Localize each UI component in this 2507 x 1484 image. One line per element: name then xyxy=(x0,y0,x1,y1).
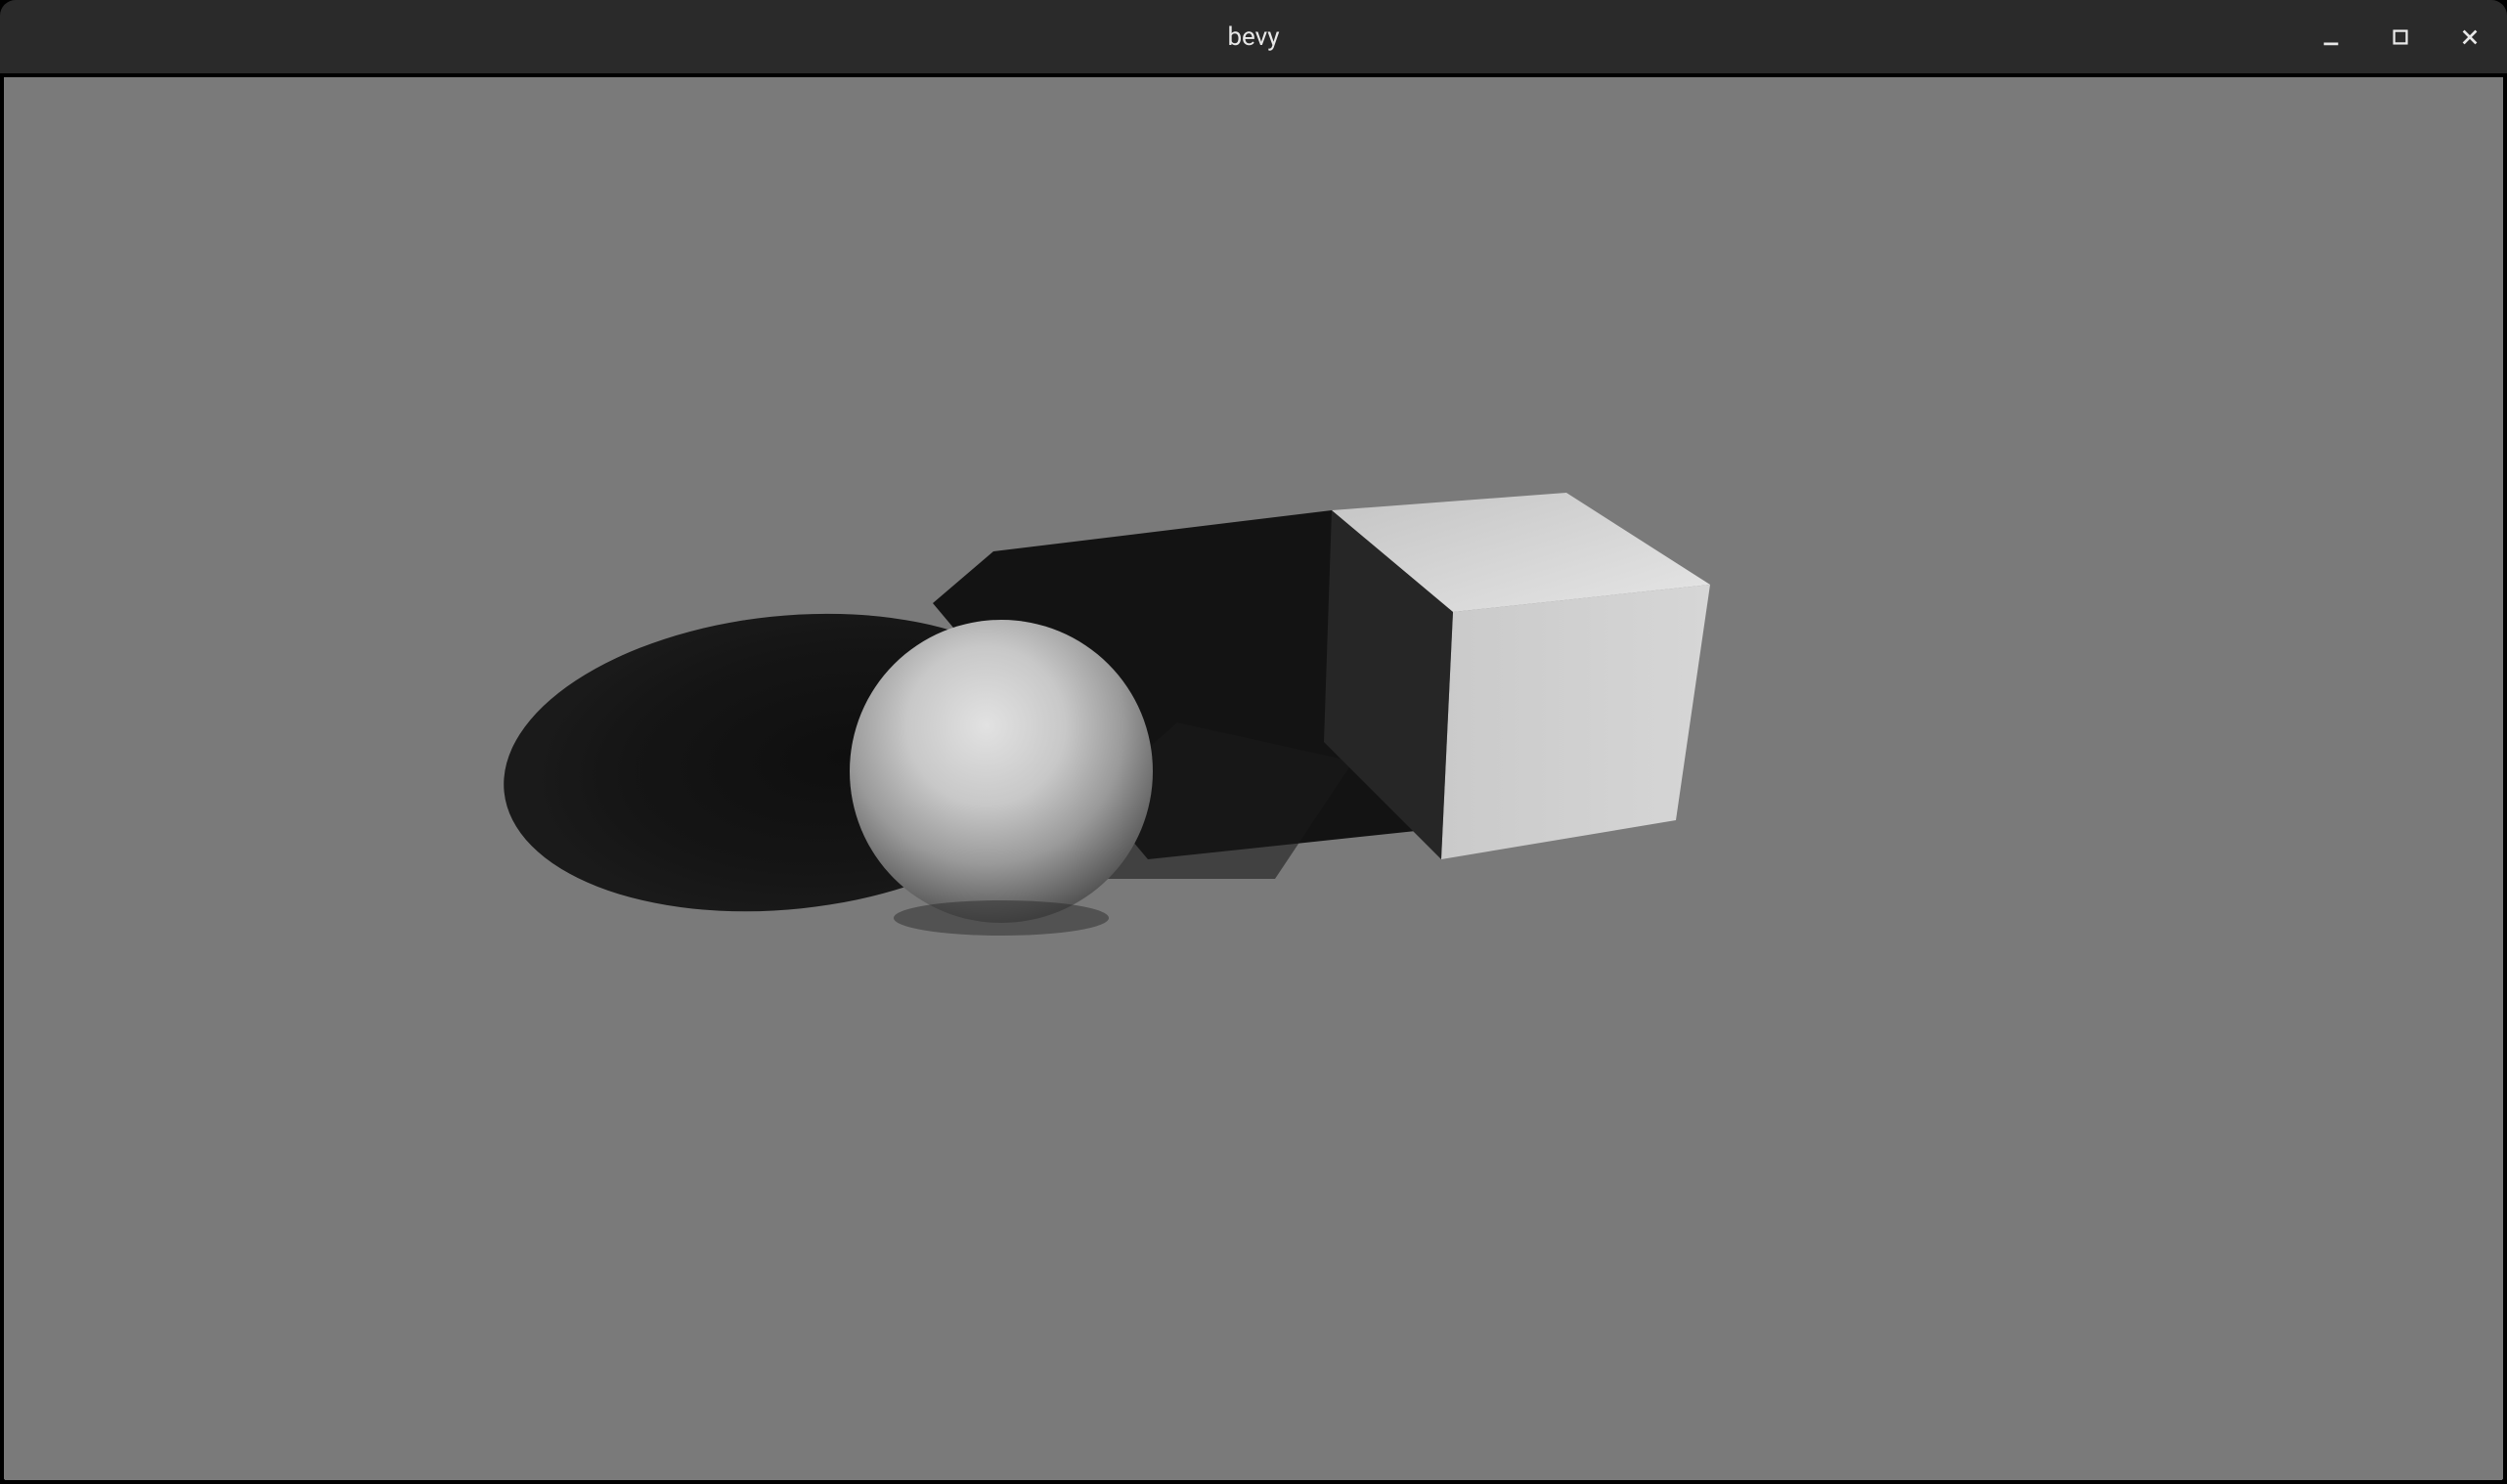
sphere-contact-shadow xyxy=(894,900,1109,936)
render-viewport[interactable] xyxy=(4,77,2503,1480)
sphere-object xyxy=(850,620,1153,923)
viewport-wrapper xyxy=(0,73,2507,1484)
application-window: bevy xyxy=(0,0,2507,1484)
scene-render xyxy=(4,77,2503,1480)
close-icon xyxy=(2459,26,2481,48)
maximize-button[interactable] xyxy=(2383,20,2418,55)
maximize-icon xyxy=(2390,26,2411,48)
minimize-icon xyxy=(2320,26,2342,48)
close-button[interactable] xyxy=(2452,20,2487,55)
window-title: bevy xyxy=(1227,22,1279,52)
titlebar[interactable]: bevy xyxy=(0,0,2507,73)
window-controls xyxy=(2313,0,2487,73)
minimize-button[interactable] xyxy=(2313,20,2349,55)
